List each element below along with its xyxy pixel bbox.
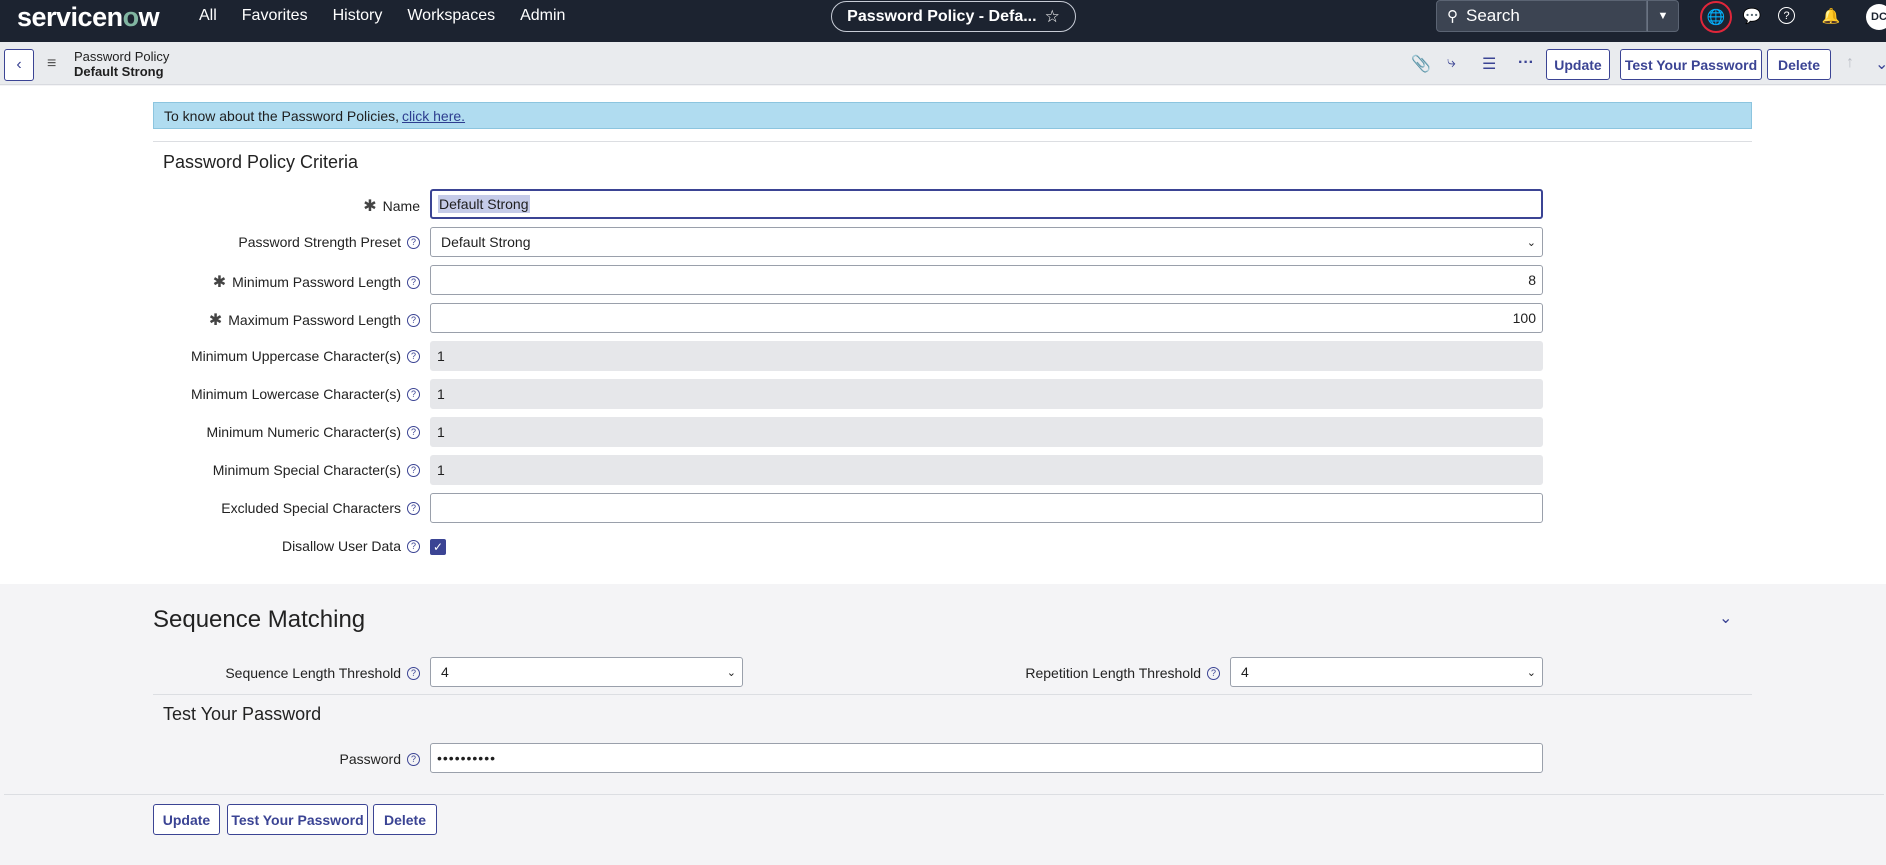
search-icon: ⚲	[1447, 8, 1458, 25]
back-button[interactable]: ‹	[4, 49, 34, 81]
section-divider	[4, 794, 1884, 795]
servicenow-logo[interactable]: servicenow	[17, 2, 160, 33]
global-search-input[interactable]: ⚲ Search	[1436, 0, 1647, 32]
name-label: ✱ Name	[363, 198, 420, 215]
attachment-icon[interactable]: 📎	[1411, 54, 1431, 74]
update-button-bottom[interactable]: Update	[153, 804, 220, 835]
min-special-label: Minimum Special Character(s)?	[0, 462, 420, 478]
test-password-button[interactable]: Test Your Password	[1620, 49, 1762, 80]
min-lowercase-field: 1	[430, 379, 1543, 409]
password-field[interactable]: ••••••••••	[430, 743, 1543, 773]
nav-history[interactable]: History	[333, 7, 383, 25]
name-field[interactable]: Default Strong	[430, 189, 1543, 219]
repetition-threshold-label: Repetition Length Threshold?	[900, 665, 1220, 681]
max-length-field[interactable]: 100	[430, 303, 1543, 333]
min-special-field: 1	[430, 455, 1543, 485]
disallow-user-data-checkbox[interactable]: ✓	[430, 539, 446, 555]
min-lowercase-label: Minimum Lowercase Character(s)?	[0, 386, 420, 402]
nav-admin[interactable]: Admin	[520, 7, 565, 25]
chat-icon[interactable]: 💬	[1739, 3, 1765, 29]
strength-preset-select[interactable]: Default Strong ⌄	[430, 227, 1543, 257]
table-name: Password Policy	[74, 49, 170, 64]
star-icon[interactable]: ☆	[1045, 7, 1060, 27]
section-divider	[153, 694, 1752, 695]
chevron-down-icon: ⌄	[726, 666, 736, 679]
test-section-title: Test Your Password	[163, 704, 322, 724]
update-button[interactable]: Update	[1546, 49, 1610, 80]
info-link[interactable]: click here.	[402, 108, 465, 124]
nav-favorites[interactable]: Favorites	[242, 7, 308, 25]
min-numeric-field: 1	[430, 417, 1543, 447]
chevron-down-icon: ⌄	[1526, 236, 1536, 249]
sequence-threshold-label: Sequence Length Threshold?	[0, 665, 420, 681]
chevron-down-icon[interactable]: ⌄	[1719, 608, 1732, 628]
context-menu-icon[interactable]: ≡	[47, 55, 56, 73]
previous-record-icon[interactable]: ↑	[1846, 54, 1854, 72]
help-icon[interactable]: ?	[407, 235, 420, 249]
info-text: To know about the Password Policies,	[164, 107, 400, 124]
sequence-threshold-select[interactable]: 4 ⌄	[430, 657, 743, 687]
nav-all[interactable]: All	[199, 7, 217, 25]
required-icon: ✱	[212, 274, 227, 291]
help-icon[interactable]: ?	[407, 752, 420, 766]
help-icon[interactable]: ?	[407, 275, 420, 289]
more-options-icon[interactable]: ···	[1518, 54, 1534, 72]
excluded-special-label: Excluded Special Characters?	[0, 500, 420, 516]
chevron-down-icon: ⌄	[1526, 666, 1536, 679]
globe-icon[interactable]: 🌐	[1700, 1, 1732, 33]
section-title: Password Policy Criteria	[163, 152, 359, 172]
help-icon[interactable]: ?	[407, 539, 420, 553]
context-title-pill[interactable]: Password Policy - Defa... ☆	[831, 1, 1076, 32]
min-length-field[interactable]: 8	[430, 265, 1543, 295]
top-nav-bar: servicenow All Favorites History Workspa…	[0, 0, 1886, 42]
excluded-special-field[interactable]	[430, 493, 1543, 523]
form-title: Password Policy Default Strong	[74, 49, 169, 79]
help-icon[interactable]: ?	[1778, 7, 1795, 24]
password-label: Password?	[0, 751, 420, 767]
record-name: Default Strong	[74, 64, 164, 79]
delete-button[interactable]: Delete	[1767, 49, 1831, 80]
nav-workspaces[interactable]: Workspaces	[407, 7, 495, 25]
help-icon[interactable]: ?	[407, 501, 420, 515]
sequence-section-title: Sequence Matching	[153, 606, 366, 633]
bell-icon[interactable]: 🔔	[1818, 3, 1844, 29]
activity-icon[interactable]: ⤷	[1447, 54, 1456, 72]
min-numeric-label: Minimum Numeric Character(s)?	[0, 424, 420, 440]
help-icon[interactable]: ?	[407, 313, 420, 327]
help-icon[interactable]: ?	[407, 349, 420, 363]
test-password-button-bottom[interactable]: Test Your Password	[227, 804, 368, 835]
max-length-label: ✱ Maximum Password Length?	[0, 310, 420, 330]
search-placeholder: Search	[1466, 6, 1520, 25]
avatar[interactable]: DC	[1866, 4, 1886, 30]
min-uppercase-field: 1	[430, 341, 1543, 371]
help-icon[interactable]: ?	[407, 387, 420, 401]
help-icon[interactable]: ?	[407, 425, 420, 439]
help-icon[interactable]: ?	[407, 666, 420, 680]
delete-button-bottom[interactable]: Delete	[373, 804, 437, 835]
context-title: Password Policy - Defa...	[847, 7, 1037, 25]
help-icon[interactable]: ?	[1207, 666, 1220, 680]
repetition-threshold-select[interactable]: 4 ⌄	[1230, 657, 1543, 687]
next-record-icon[interactable]: ⌄	[1875, 54, 1886, 74]
section-divider	[153, 141, 1752, 142]
disallow-user-data-label: Disallow User Data?	[0, 538, 420, 554]
required-icon: ✱	[363, 198, 377, 215]
personalize-icon[interactable]: ☰	[1482, 54, 1496, 74]
nav-menu: All Favorites History Workspaces Admin	[199, 0, 590, 32]
help-icon[interactable]: ?	[407, 463, 420, 477]
search-scope-dropdown[interactable]: ▼	[1647, 0, 1679, 32]
strength-preset-label: Password Strength Preset?	[0, 234, 420, 250]
min-uppercase-label: Minimum Uppercase Character(s)?	[0, 348, 420, 364]
required-icon: ✱	[208, 312, 223, 329]
min-length-label: ✱ Minimum Password Length?	[0, 272, 420, 292]
info-message: To know about the Password Policies, cli…	[153, 102, 1752, 129]
form-header: ‹ ≡ Password Policy Default Strong 📎 ⤷ ☰…	[0, 42, 1886, 85]
